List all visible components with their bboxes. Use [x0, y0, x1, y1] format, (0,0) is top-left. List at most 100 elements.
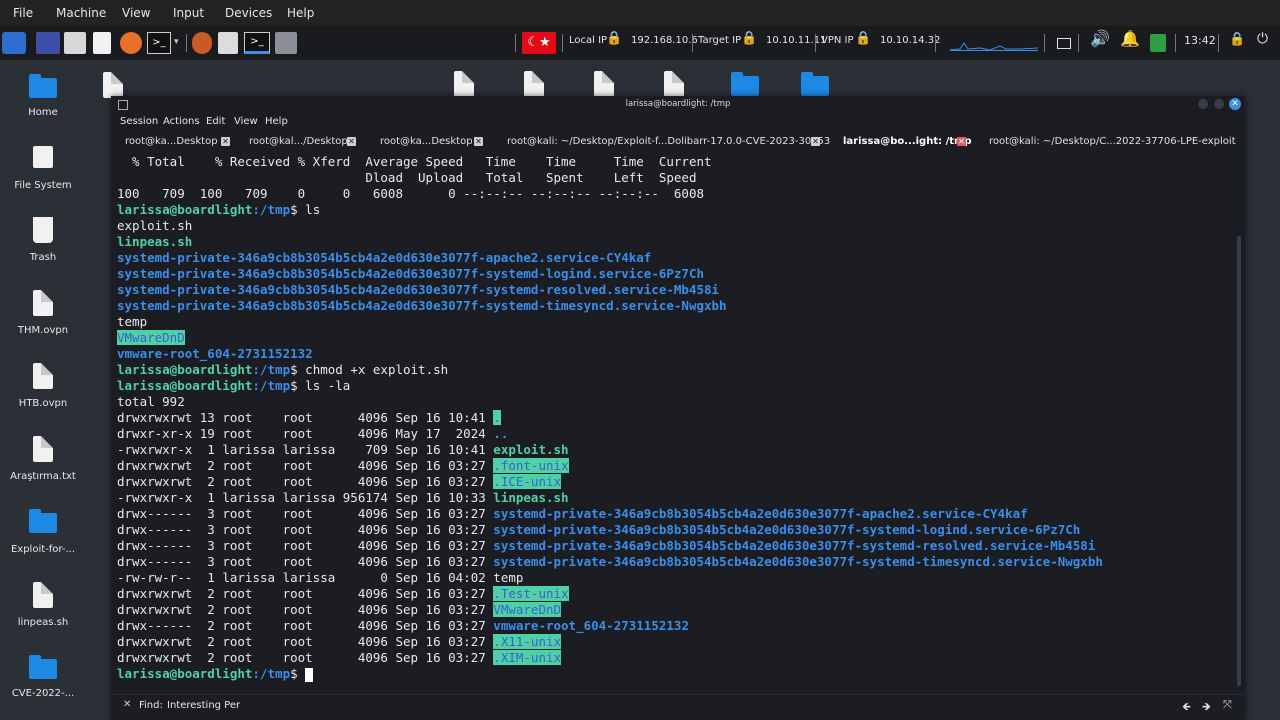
file-icon[interactable]: [103, 72, 123, 98]
tab-4[interactable]: root@kali: ~/Desktop/Exploit-f...Dolibar…: [507, 132, 830, 151]
desktop-icon-trash[interactable]: Trash: [3, 215, 83, 265]
tab-close-icon[interactable]: ✕: [347, 137, 356, 146]
tab-close-icon[interactable]: ✕: [221, 137, 230, 146]
turkey-flag-icon: ☾★: [522, 32, 556, 54]
lock-icon: 🔒: [855, 31, 872, 46]
find-input[interactable]: Interesting Per: [167, 700, 240, 711]
find-options-icon[interactable]: ⤧: [1223, 698, 1232, 712]
firefox-task-icon[interactable]: [192, 32, 212, 54]
lock-screen-icon[interactable]: 🔒: [1229, 32, 1245, 47]
menu-actions[interactable]: Actions: [163, 116, 200, 127]
file-icon[interactable]: [454, 71, 474, 97]
menu-edit[interactable]: Edit: [206, 116, 225, 127]
terminal-output[interactable]: % Total % Received % Xferd Average Speed…: [111, 154, 1235, 694]
desktop-icon-label: HTB.ovpn: [18, 398, 68, 409]
terminal-window[interactable]: larissa@boardlight: /tmp ✕ Session Actio…: [111, 96, 1245, 720]
folder-task-icon[interactable]: [275, 32, 297, 54]
desktop-icon-home[interactable]: Home: [3, 72, 83, 122]
curl-progress: 100 709 100 709 0 0 6008 0 --:--:-- --:-…: [117, 186, 704, 201]
file-icon[interactable]: [664, 71, 684, 97]
menu-session[interactable]: Session: [120, 116, 158, 127]
file-icon[interactable]: [594, 71, 614, 97]
close-find-icon[interactable]: ✕: [123, 699, 131, 710]
notification-bell-icon[interactable]: 🔔: [1120, 29, 1140, 48]
menu-view[interactable]: View: [234, 116, 258, 127]
find-next-icon[interactable]: 🡺: [1202, 698, 1211, 717]
desktop-icon-label: Trash: [29, 252, 57, 263]
file-icon: [33, 363, 53, 389]
terminal-task-icon[interactable]: >_: [244, 32, 270, 54]
ls-la-row: drwxrwxrwt 2 root root 4096 Sep 16 03:27…: [117, 602, 562, 618]
terminal-titlebar[interactable]: larissa@boardlight: /tmp ✕: [111, 96, 1245, 112]
terminal-launcher-icon[interactable]: >_: [147, 32, 171, 54]
folder-icon[interactable]: [801, 72, 829, 96]
battery-icon[interactable]: [1150, 34, 1166, 52]
ls-la-name: .: [493, 410, 501, 425]
folder-icon[interactable]: [731, 72, 759, 96]
desktop-icon-arastirma-txt[interactable]: Araştırma.txt: [3, 434, 83, 484]
ls-la-meta: -rwxrwxr-x 1 larissa larissa 956174 Sep …: [117, 490, 494, 505]
power-icon[interactable]: ⏻: [1257, 31, 1268, 47]
maximize-icon[interactable]: [1214, 99, 1224, 109]
editor-task-icon[interactable]: [218, 32, 238, 54]
tab-label: larissa@bo...ight: /tmp: [843, 136, 972, 147]
desktop-icon-cve-folder[interactable]: CVE-2022-...: [3, 653, 83, 703]
tab-close-icon[interactable]: ✕: [811, 137, 820, 146]
ls-la-row: drwxrwxrwt 2 root root 4096 Sep 16 03:27…: [117, 634, 562, 650]
clock[interactable]: 13:42: [1184, 34, 1216, 47]
file-icon: [33, 290, 53, 316]
network-graph-icon: [949, 36, 1039, 51]
menu-help[interactable]: Help: [287, 6, 314, 20]
desktop-icon-thm-ovpn[interactable]: THM.ovpn: [3, 288, 83, 338]
close-icon[interactable]: ✕: [1229, 98, 1241, 110]
file-icon: [33, 582, 53, 608]
tab-6[interactable]: root@kali: ~/Desktop/C...2022-37706-LPE-…: [989, 132, 1239, 151]
tab-2[interactable]: root@kal.../Desktop ✕: [249, 132, 367, 151]
local-ip-value: 192.168.10.6: [631, 35, 698, 46]
ls-la-meta: drwxrwxrwt 2 root root 4096 Sep 16 03:27: [117, 602, 494, 617]
ls-la-name: systemd-private-346a9cb8b3054b5cb4a2e0d6…: [493, 506, 1028, 521]
desktop-icon-label: linpeas.sh: [17, 617, 69, 628]
desktop-icon-linpeas[interactable]: linpeas.sh: [3, 580, 83, 630]
tab-close-icon[interactable]: ✕: [957, 137, 966, 146]
ls-la-row: drwx------ 3 root root 4096 Sep 16 03:27…: [117, 522, 1080, 538]
menu-input[interactable]: Input: [173, 6, 204, 20]
tab-1[interactable]: root@ka...Desktop ✕: [125, 132, 233, 151]
vpn-ip-value: 10.10.14.32: [880, 35, 941, 46]
home-folder-icon: [29, 74, 57, 98]
menu-help[interactable]: Help: [265, 116, 288, 127]
desktop-icon-label: THM.ovpn: [17, 325, 69, 336]
tab-label: root@ka...Desktop: [380, 136, 473, 147]
ls-item: VMwareDnD: [117, 330, 185, 346]
chevron-down-icon[interactable]: ▾: [174, 37, 182, 59]
prompt-line-current[interactable]: larissa@boardlight:/tmp$: [117, 666, 314, 682]
desktop-icon-label: File System: [14, 180, 72, 191]
firefox-icon[interactable]: [120, 32, 142, 54]
kali-menu-icon[interactable]: [2, 32, 26, 54]
find-previous-icon[interactable]: 🡸: [1182, 698, 1191, 717]
text-editor-icon[interactable]: [93, 32, 111, 54]
minimize-icon[interactable]: [1198, 99, 1208, 109]
ls-la-name: .ICE-unix: [493, 474, 562, 489]
desktop-icon-file-system[interactable]: File System: [3, 142, 83, 192]
file-manager-icon[interactable]: [64, 32, 86, 54]
tab-close-icon[interactable]: ✕: [474, 137, 483, 146]
scrollbar[interactable]: [1237, 236, 1241, 686]
desktop-icon-htb-ovpn[interactable]: HTB.ovpn: [3, 361, 83, 411]
ls-item: systemd-private-346a9cb8b3054b5cb4a2e0d6…: [117, 282, 720, 297]
tab-3[interactable]: root@ka...Desktop ✕: [380, 132, 488, 151]
ls-la-name: systemd-private-346a9cb8b3054b5cb4a2e0d6…: [493, 522, 1081, 537]
tab-5-active[interactable]: larissa@bo...ight: /tmp ✕: [843, 132, 972, 151]
menu-machine[interactable]: Machine: [56, 6, 106, 20]
file-icon[interactable]: [524, 71, 544, 97]
target-ip-value: 10.10.11.11: [766, 35, 827, 46]
ls-la-meta: -rw-rw-r-- 1 larissa larissa 0 Sep 16 04…: [117, 570, 494, 585]
volume-icon[interactable]: 🔊: [1090, 29, 1110, 48]
menu-file[interactable]: File: [13, 6, 33, 20]
menu-devices[interactable]: Devices: [225, 6, 272, 20]
ls-la-meta: drwxrwxrwt 2 root root 4096 Sep 16 03:27: [117, 634, 494, 649]
display-icon[interactable]: [1057, 38, 1071, 49]
desktop-icon-exploit-folder[interactable]: Exploit-for-...: [3, 507, 83, 557]
menu-view[interactable]: View: [122, 6, 150, 20]
workspace-icon[interactable]: [36, 32, 60, 54]
